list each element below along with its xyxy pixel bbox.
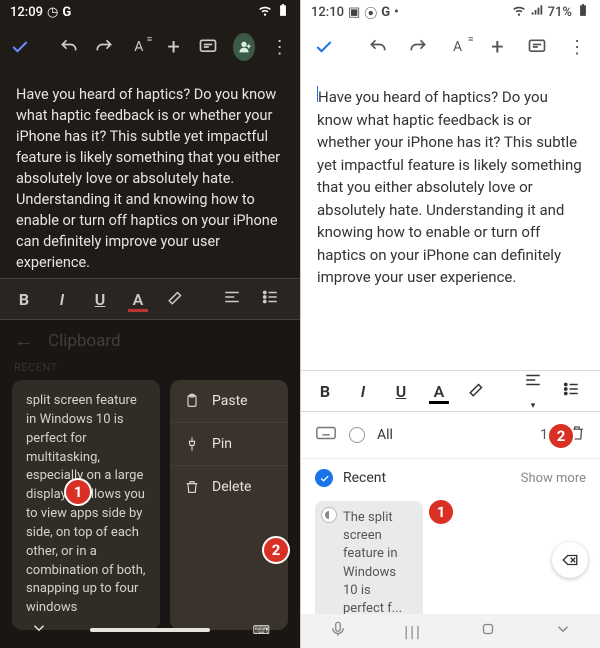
mic-icon[interactable] [329, 620, 347, 642]
pin-label: Pin [212, 436, 232, 452]
list-button[interactable] [561, 380, 581, 402]
highlight-button[interactable] [467, 380, 487, 402]
editor-toolbar: A≡ + ⋮ [0, 24, 300, 70]
list-button[interactable] [260, 288, 280, 310]
backspace-fab[interactable] [552, 542, 588, 578]
insert-button[interactable]: + [484, 34, 510, 60]
clipboard-overlay: ← Clipboard RECENT split screen feature … [0, 320, 300, 648]
underline-button[interactable]: U [391, 382, 411, 401]
back-icon[interactable]: ← [14, 328, 34, 353]
recent-check-icon [315, 469, 333, 487]
show-more-link[interactable]: Show more [521, 471, 586, 486]
status-bar: 12:10 ▣ ⦿ G • 71% [301, 0, 600, 24]
filter-all-radio[interactable] [349, 427, 365, 443]
undo-button[interactable] [59, 34, 80, 60]
location-icon: ⦿ [364, 3, 377, 22]
context-menu: Paste Pin Delete [170, 380, 288, 630]
document-text: Have you heard of haptics? Do you know w… [317, 88, 582, 286]
callout-1: 1 [427, 498, 455, 526]
recent-label: RECENT [0, 361, 300, 374]
signal-icon [530, 3, 544, 21]
callout-1: 1 [64, 478, 92, 506]
filter-all-label: All [377, 427, 393, 443]
clipboard-text: The split screen feature in Windows 10 i… [343, 509, 413, 618]
more-button[interactable]: ⋮ [269, 34, 290, 60]
keyboard-icon[interactable] [315, 422, 337, 448]
collapse-icon[interactable] [30, 619, 48, 641]
phone-dark: 12:09 ◷ G A≡ + ⋮ Have you heard of hapti… [0, 0, 300, 648]
select-half-icon[interactable] [321, 507, 337, 523]
recent-label: Recent [343, 470, 386, 486]
confirm-button[interactable] [311, 34, 337, 60]
italic-button[interactable]: I [353, 382, 373, 401]
text-format-button[interactable]: A≡ [128, 34, 149, 60]
nav-bar: ||| [301, 614, 600, 648]
highlight-button[interactable] [166, 288, 186, 310]
bold-button[interactable]: B [14, 290, 34, 309]
share-button[interactable] [233, 33, 255, 61]
align-button[interactable] [222, 288, 242, 310]
italic-button[interactable]: I [52, 290, 72, 309]
document-body[interactable]: Have you heard of haptics? Do you know w… [0, 70, 300, 283]
paste-menu-item[interactable]: Paste [170, 380, 288, 422]
clipboard-item[interactable]: The split screen feature in Windows 10 i… [315, 501, 423, 630]
google-icon: G [62, 5, 71, 20]
status-bar: 12:09 ◷ G [0, 0, 300, 24]
clipboard-item[interactable]: split screen feature in Windows 10 is pe… [12, 380, 160, 630]
callout-2: 2 [547, 422, 575, 450]
comment-button[interactable] [524, 34, 550, 60]
keyboard-icon[interactable]: ⌨ [253, 623, 270, 637]
phone-light: 12:10 ▣ ⦿ G • 71% A≡ + ⋮ Have you heard … [300, 0, 600, 648]
image-icon: ▣ [348, 5, 360, 20]
paste-label: Paste [212, 393, 248, 409]
format-bar: B I U A [0, 278, 300, 320]
text-format-button[interactable]: A≡ [445, 34, 471, 60]
recents-nav[interactable]: ||| [404, 622, 422, 641]
editor-toolbar: A≡ + ⋮ [301, 24, 600, 70]
redo-button[interactable] [405, 34, 431, 60]
delete-label: Delete [212, 479, 251, 495]
text-color-button[interactable]: A [128, 290, 148, 309]
google-icon: G [381, 5, 390, 20]
wifi-icon [512, 3, 526, 21]
wifi-icon [258, 3, 272, 21]
text-color-button[interactable]: A [429, 382, 449, 401]
document-text: Have you heard of haptics? Do you know w… [16, 86, 280, 271]
underline-button[interactable]: U [90, 290, 110, 309]
clipboard-text: split screen feature in Windows 10 is pe… [26, 393, 145, 615]
back-nav[interactable] [554, 620, 572, 642]
more-button[interactable]: ⋮ [564, 34, 590, 60]
document-body[interactable]: Have you heard of haptics? Do you know w… [301, 70, 600, 299]
home-nav[interactable] [479, 620, 497, 642]
comment-button[interactable] [198, 34, 219, 60]
home-pill[interactable] [90, 628, 210, 632]
delete-menu-item[interactable]: Delete [170, 465, 288, 508]
undo-button[interactable] [365, 34, 391, 60]
format-bar: B I U A ▾ [301, 370, 600, 412]
bold-button[interactable]: B [315, 382, 335, 401]
battery-icon [576, 3, 590, 21]
dot-icon: • [394, 5, 399, 20]
overlay-title: Clipboard [48, 331, 121, 351]
status-time: 12:09 [10, 5, 43, 20]
align-button[interactable]: ▾ [523, 371, 543, 412]
clock-icon: ◷ [47, 5, 58, 20]
battery-icon [276, 3, 290, 21]
nav-bar: ⌨ [0, 612, 300, 648]
status-time: 12:10 [311, 5, 344, 20]
callout-2: 2 [262, 536, 290, 564]
recent-row[interactable]: Recent Show more [301, 459, 600, 497]
confirm-button[interactable] [10, 34, 31, 60]
insert-button[interactable]: + [163, 34, 184, 60]
pin-menu-item[interactable]: Pin [170, 422, 288, 465]
battery-pct: 71% [548, 5, 572, 20]
redo-button[interactable] [94, 34, 115, 60]
